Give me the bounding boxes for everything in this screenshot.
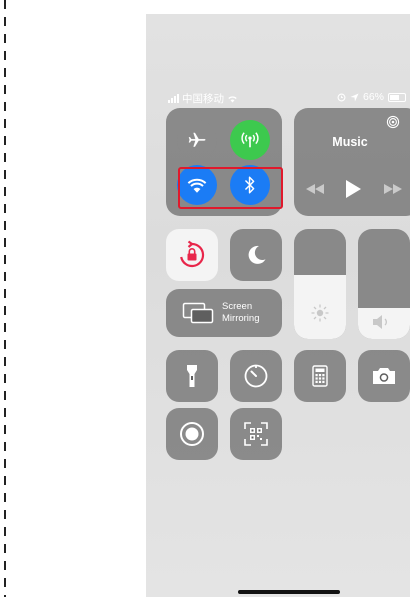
airplane-icon [188, 132, 206, 147]
home-indicator[interactable] [238, 590, 340, 594]
screen-record-button[interactable] [166, 408, 218, 460]
alarm-icon [337, 93, 346, 101]
airplay-icon[interactable] [386, 115, 400, 129]
control-center-screen: 中国移动 66% Music Screen Mirroring [146, 14, 410, 597]
screen-mirroring-label: Screen Mirroring [222, 301, 259, 325]
play-icon[interactable] [345, 180, 361, 198]
timer-icon [244, 364, 268, 388]
screen-mirroring-line1: Screen [222, 301, 253, 312]
volume-icon [373, 315, 387, 329]
previous-icon[interactable] [306, 184, 324, 194]
carrier-label: 中国移动 [182, 93, 224, 105]
screen-mirroring-line2: Mirroring [222, 313, 260, 324]
qr-scanner-button[interactable] [230, 408, 282, 460]
camera-button[interactable] [358, 350, 410, 402]
status-bar: 中国移动 66% [168, 91, 410, 107]
qr-scanner-icon [244, 422, 268, 446]
brightness-slider[interactable] [294, 229, 346, 339]
wifi-status-icon [228, 96, 237, 103]
brightness-icon [311, 304, 329, 322]
status-left: 中国移动 [168, 91, 238, 106]
flashlight-icon [187, 365, 197, 387]
moon-icon [248, 245, 266, 264]
screen-mirroring-button[interactable]: Screen Mirroring [166, 289, 282, 337]
screen-record-icon [180, 422, 204, 446]
signal-icon [168, 94, 179, 103]
airplane-mode-toggle[interactable] [177, 120, 217, 160]
timer-button[interactable] [230, 350, 282, 402]
rotation-lock-icon [180, 240, 205, 268]
music-title: Music [332, 135, 368, 149]
status-right: 66% [337, 91, 406, 103]
camera-icon [373, 368, 395, 384]
dashed-guide-line [4, 0, 6, 597]
next-icon[interactable] [384, 184, 402, 194]
selection-highlight [178, 167, 283, 209]
music-tile: Music [294, 108, 410, 216]
do-not-disturb-button[interactable] [230, 229, 282, 281]
flashlight-button[interactable] [166, 350, 218, 402]
battery-icon [388, 92, 406, 102]
calculator-icon [312, 365, 328, 387]
calculator-button[interactable] [294, 350, 346, 402]
location-icon [350, 92, 359, 102]
battery-percent: 66% [362, 91, 384, 103]
cellular-data-toggle[interactable] [230, 120, 270, 160]
rotation-lock-button[interactable] [166, 229, 218, 281]
screen-mirroring-icon [182, 302, 214, 324]
volume-slider[interactable] [358, 229, 410, 339]
cellular-icon [241, 132, 259, 148]
connectivity-tile [166, 108, 283, 216]
